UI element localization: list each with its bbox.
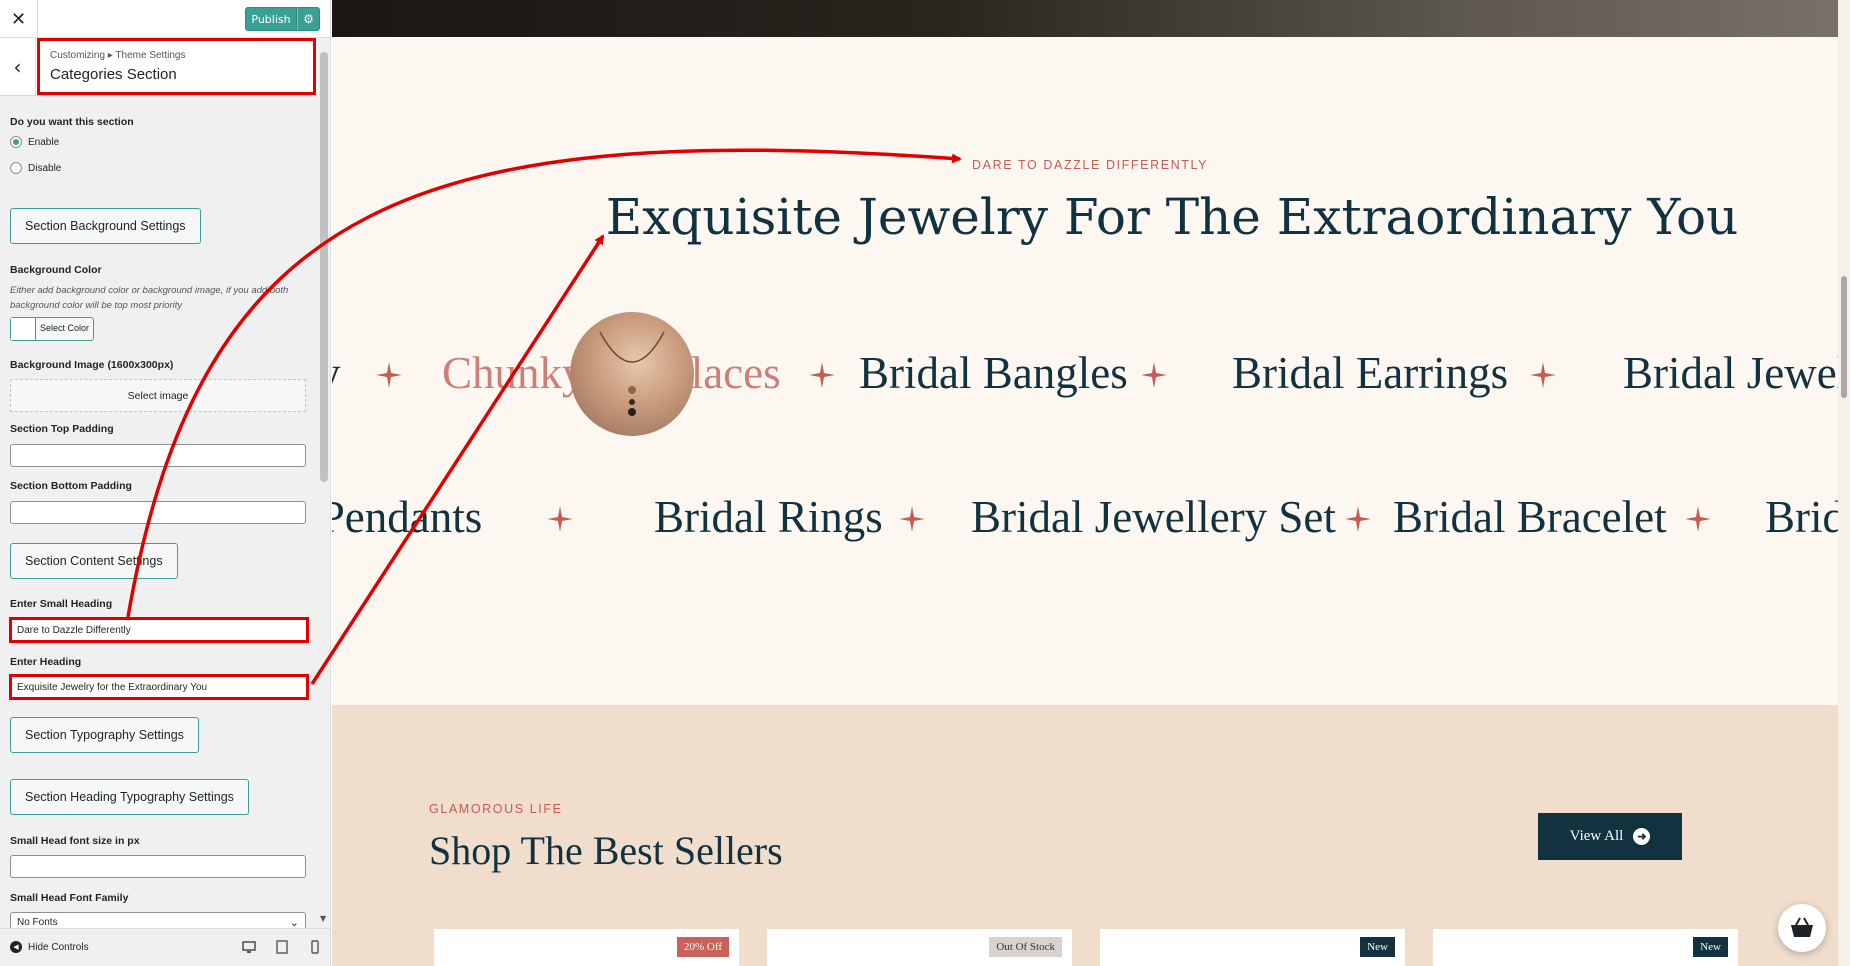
hide-controls-icon: ◀ — [10, 941, 22, 953]
section-toggle-label: Do you want this section — [10, 116, 134, 128]
product-card[interactable]: New — [1100, 929, 1405, 966]
bg-image-label: Background Image (1600x300px) — [10, 359, 174, 371]
enable-radio[interactable] — [10, 136, 22, 148]
sparkle-icon — [1685, 506, 1711, 532]
bottom-padding-label: Section Bottom Padding — [10, 480, 132, 492]
sparkle-icon — [1345, 506, 1371, 532]
typography-settings-button[interactable]: Section Typography Settings — [10, 717, 199, 753]
category-hover-image — [570, 312, 694, 436]
sparkle-icon — [376, 362, 402, 388]
customizer-sidebar: ✕ Publish ⚙ ‹ Customizing ▸ Theme Settin… — [0, 0, 331, 966]
site-preview: Dare to Dazzle Differently Exquisite Jew… — [332, 0, 1850, 966]
close-icon[interactable]: ✕ — [0, 0, 38, 38]
back-chevron-icon[interactable]: ‹ — [0, 38, 36, 96]
desktop-icon[interactable] — [242, 940, 256, 954]
new-badge: New — [1360, 937, 1395, 957]
sparkle-icon — [899, 506, 925, 532]
customizer-footer: ◀ Hide Controls — [0, 928, 330, 966]
view-all-label: View All — [1569, 828, 1624, 844]
small-head-font-size-label: Small Head font size in px — [10, 835, 140, 847]
heading-label: Enter Heading — [10, 656, 82, 668]
sale-badge: 20% Off — [677, 937, 729, 957]
category-item[interactable]: Brid — [1765, 491, 1845, 543]
content-settings-button[interactable]: Section Content Settings — [10, 543, 178, 579]
disable-radio[interactable] — [10, 162, 22, 174]
heading-typography-button[interactable]: Section Heading Typography Settings — [10, 779, 249, 815]
small-head-font-size-input[interactable] — [10, 855, 306, 878]
mobile-icon[interactable] — [308, 940, 322, 954]
sparkle-icon — [1530, 362, 1556, 388]
category-item[interactable]: Bridal Jewellery Set — [971, 491, 1336, 543]
basket-icon[interactable] — [1778, 904, 1826, 952]
category-item[interactable]: Bridal Bangles — [859, 347, 1128, 399]
category-item[interactable]: l Pendants — [332, 491, 482, 543]
publish-button[interactable]: Publish — [245, 7, 297, 31]
product-card[interactable]: 20% Off — [434, 929, 739, 966]
sparkle-icon — [1141, 362, 1167, 388]
select-color-button[interactable]: Select Color — [10, 317, 94, 341]
font-family-value: No Fonts — [17, 917, 58, 928]
small-heading-input[interactable]: Dare to Dazzle Differently — [9, 617, 309, 643]
bg-settings-button[interactable]: Section Background Settings — [10, 208, 201, 244]
hide-controls-label: Hide Controls — [28, 941, 89, 953]
categories-small-heading: Dare to Dazzle Differently — [972, 158, 1209, 172]
bottom-padding-input[interactable] — [10, 501, 306, 524]
best-sellers-small-heading: GLAMOROUS LIFE — [429, 802, 563, 816]
sparkle-icon — [547, 506, 573, 532]
top-padding-label: Section Top Padding — [10, 423, 114, 435]
preview-scroll-thumb[interactable] — [1841, 276, 1847, 398]
section-header: ‹ Customizing ▸ Theme Settings Categorie… — [0, 38, 320, 96]
breadcrumb-highlight: Customizing ▸ Theme Settings Categories … — [37, 38, 316, 95]
category-item[interactable]: Bridal Earrings — [1232, 347, 1508, 399]
bg-color-description: Either add background color or backgroun… — [10, 285, 289, 311]
enable-label: Enable — [28, 137, 60, 148]
small-head-font-family-label: Small Head Font Family — [10, 892, 129, 904]
arrow-right-icon: ➜ — [1633, 828, 1651, 845]
sidebar-scroll-thumb[interactable] — [320, 52, 328, 482]
select-image-button[interactable]: Select image — [10, 379, 306, 412]
bg-color-label: Background Color — [10, 264, 102, 276]
sparkle-icon — [809, 362, 835, 388]
heading-input[interactable]: Exquisite Jewelry for the Extraordinary … — [9, 674, 309, 700]
categories-heading: Exquisite Jewelry For The Extraordinary … — [605, 188, 1739, 246]
hide-controls-button[interactable]: ◀ Hide Controls — [10, 941, 89, 953]
category-item[interactable]: Bridal Rings — [654, 491, 883, 543]
section-title: Categories Section — [50, 66, 177, 83]
product-card[interactable]: New — [1433, 929, 1738, 966]
small-heading-label: Enter Small Heading — [10, 598, 113, 610]
hero-image-strip — [332, 0, 1850, 37]
customizer-topbar: ✕ Publish ⚙ — [0, 0, 330, 38]
category-item[interactable]: Bridal Bracelet — [1393, 491, 1667, 543]
select-color-label: Select Color — [40, 323, 90, 333]
preview-scrollbar[interactable] — [1838, 0, 1850, 966]
category-item[interactable]: y — [332, 347, 341, 399]
sidebar-scrollbar[interactable]: ▼ — [318, 38, 330, 928]
out-of-stock-badge: Out Of Stock — [989, 937, 1062, 957]
product-card[interactable]: Out Of Stock — [767, 929, 1072, 966]
new-badge: New — [1693, 937, 1728, 957]
view-all-button[interactable]: View All ➜ — [1538, 813, 1682, 860]
scroll-down-arrow-icon[interactable]: ▼ — [320, 914, 326, 923]
breadcrumb: Customizing ▸ Theme Settings — [50, 50, 186, 61]
top-padding-input[interactable] — [10, 444, 306, 467]
best-sellers-section: GLAMOROUS LIFE Shop The Best Sellers Vie… — [332, 705, 1850, 966]
best-sellers-heading: Shop The Best Sellers — [429, 828, 783, 873]
necklace-thumbnail-icon — [599, 331, 665, 416]
tablet-icon[interactable] — [275, 940, 289, 954]
color-swatch — [11, 318, 36, 340]
category-item[interactable]: Bridal Jewel — [1623, 347, 1849, 399]
gear-icon[interactable]: ⚙ — [297, 7, 320, 31]
disable-label: Disable — [28, 163, 62, 174]
